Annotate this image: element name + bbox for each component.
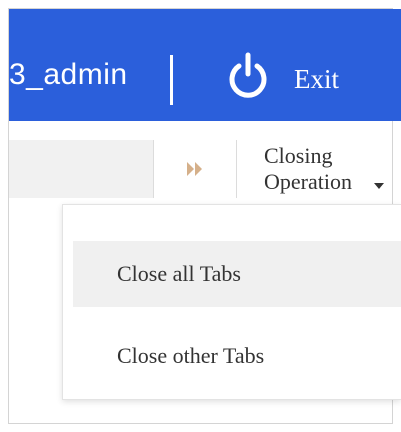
closing-operation-menu: Close all Tabs Close other Tabs	[62, 204, 401, 400]
menu-item-close-other-tabs[interactable]: Close other Tabs	[73, 323, 401, 389]
closing-operation-line1: Closing	[264, 143, 333, 168]
top-bar: 3_admin Exit	[9, 9, 401, 121]
expand-tabs-button[interactable]	[153, 140, 237, 198]
power-icon[interactable]	[225, 51, 271, 99]
chevron-down-icon[interactable]	[374, 183, 384, 189]
exit-button[interactable]: Exit	[294, 64, 339, 95]
double-chevron-right-icon	[187, 162, 202, 176]
menu-item-close-all-tabs[interactable]: Close all Tabs	[73, 241, 401, 307]
header-divider	[170, 55, 173, 105]
closing-operation-line2: Operation	[264, 169, 352, 194]
toolbar: Closing Operation	[9, 140, 401, 198]
username-label: 3_admin	[9, 58, 128, 91]
toolbar-tab-area	[9, 140, 153, 198]
